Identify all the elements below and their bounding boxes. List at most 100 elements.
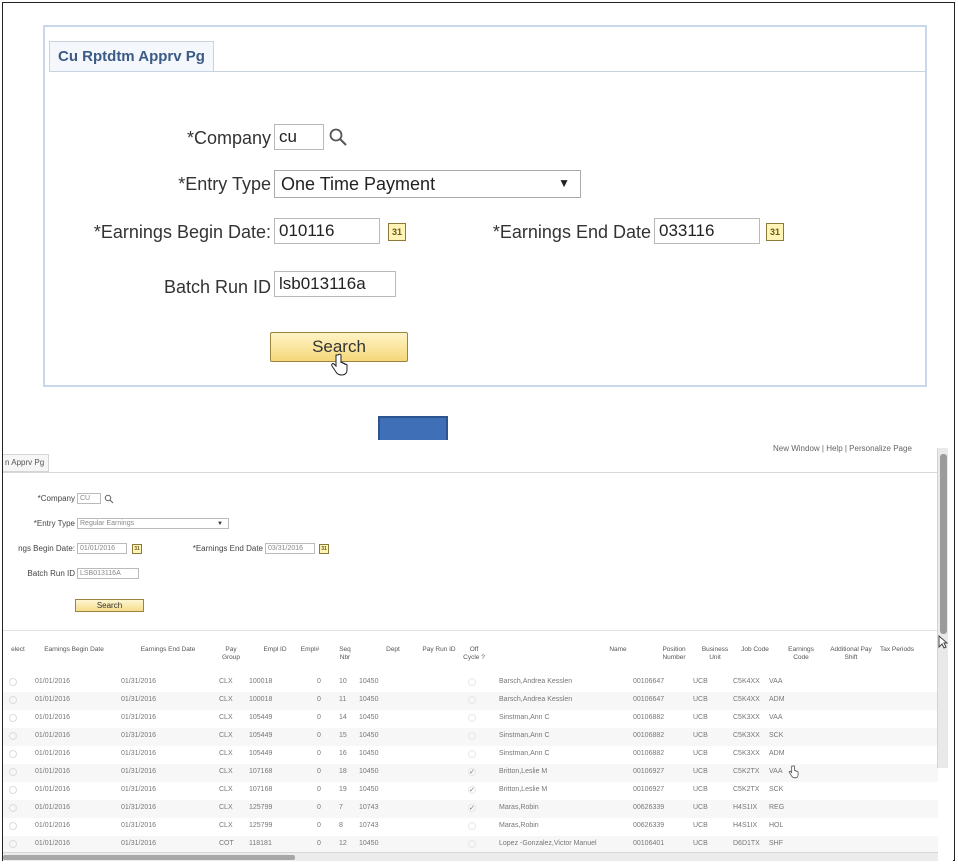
off-cycle-checkbox[interactable] [468,750,476,758]
table-row[interactable]: 01/01/2016 01/31/2016 CLX 105449 0 14 10450 Sin… [3,710,938,728]
select-checkbox[interactable] [9,768,17,776]
select-checkbox[interactable] [9,714,17,722]
col-header[interactable]: Additional Pay Shift [827,646,875,670]
off-cycle-checkbox[interactable] [468,840,476,848]
begin-date-input[interactable]: 010116 [274,218,380,244]
calendar-icon[interactable]: 31 [132,544,142,554]
cell-dept: 10743 [359,804,379,811]
cell-begin: 01/01/2016 [35,732,71,739]
cell-job: C5K3XX [733,732,760,739]
col-header[interactable]: Tax Periods [875,646,919,670]
col-header[interactable]: Empl ID [255,646,295,670]
vertical-scrollbar[interactable] [937,448,948,768]
cell-rcd: 0 [317,786,321,793]
col-header[interactable]: Earnings Begin Date [33,646,115,670]
cell-pos: 00106647 [633,678,665,685]
search-icon[interactable] [328,127,348,147]
cell-rcd: 0 [317,678,321,685]
cell-off: ✓ [469,769,475,776]
col-header[interactable]: Seq Nbr [335,646,355,670]
search-button[interactable]: Search [75,599,144,612]
tab-underline [3,472,937,473]
batch-run-label: Batch Run ID [163,277,271,297]
select-checkbox[interactable] [9,696,17,704]
page-tab[interactable]: Cu Rptdtm Apprv Pg [49,41,214,71]
off-cycle-checkbox[interactable] [468,822,476,830]
col-header[interactable]: Dept [381,646,405,670]
batch-run-input[interactable]: LSB013116A [77,568,139,579]
cell-end: 01/31/2016 [121,750,157,757]
off-cycle-checkbox[interactable] [468,714,476,722]
cell-name: Maras,Robin [499,804,539,811]
begin-date-input[interactable]: 01/01/2016 [77,543,127,554]
col-header[interactable]: Name [603,646,633,670]
select-checkbox[interactable] [9,786,17,794]
cell-emplid: 105449 [249,714,273,721]
horizontal-scrollbar[interactable] [3,852,938,861]
scroll-thumb[interactable] [3,855,295,860]
table-row[interactable]: 01/01/2016 01/31/2016 CLX 125799 0 8 10743 Mara… [3,818,938,836]
cell-earn: ADM [769,750,785,757]
col-header[interactable]: Empl# [295,646,325,670]
table-row[interactable]: 01/01/2016 01/31/2016 CLX 100018 0 10 10450 Bar… [3,674,938,692]
cell-end: 01/31/2016 [121,822,157,829]
select-checkbox[interactable] [9,840,17,848]
off-cycle-checkbox[interactable] [468,732,476,740]
col-header[interactable]: Pay Group [217,646,245,670]
off-cycle-checkbox[interactable] [468,678,476,686]
dropdown-arrow-icon: ▼ [217,521,223,527]
entry-type-select[interactable]: Regular Earnings ▼ [77,518,229,529]
cell-end: 01/31/2016 [121,768,157,775]
calendar-icon[interactable]: 31 [319,544,329,554]
cell-end: 01/31/2016 [121,786,157,793]
table-row[interactable]: 01/01/2016 01/31/2016 CLX 125799 0 7 10743 ✓ Mar… [3,800,938,818]
cell-begin: 01/01/2016 [35,786,71,793]
cell-group: CLX [219,714,233,721]
col-header[interactable]: Position Number [653,646,695,670]
cell-dept: 10450 [359,696,379,703]
entry-type-select[interactable]: One Time Payment ▼ [274,170,581,198]
results-page-tab[interactable]: n Apprv Pg [3,454,50,472]
table-row[interactable]: 01/01/2016 01/31/2016 CLX 100018 0 11 10450 Bar… [3,692,938,710]
company-input[interactable]: cu [274,124,324,150]
cell-rcd: 0 [317,732,321,739]
select-checkbox[interactable] [9,822,17,830]
end-date-input[interactable]: 033116 [654,218,760,244]
entry-type-label: *Entry Type [33,519,75,528]
table-row[interactable]: 01/01/2016 01/31/2016 CLX 105449 0 15 10450 Sin… [3,728,938,746]
col-header[interactable]: Earnings Code [781,646,821,670]
table-row[interactable]: 01/01/2016 01/31/2016 CLX 105449 0 16 10450 Sin… [3,746,938,764]
select-checkbox[interactable] [9,732,17,740]
cell-seq: 19 [339,786,347,793]
hand-cursor-icon [788,765,799,779]
batch-run-input[interactable]: lsb013116a [274,271,396,297]
col-header[interactable]: Off Cycle ? [463,646,485,670]
scroll-thumb[interactable] [940,454,947,634]
col-header[interactable]: Earnings End Date [127,646,209,670]
select-checkbox[interactable] [9,678,17,686]
cell-bu: UCB [693,822,708,829]
calendar-icon[interactable]: 31 [388,223,406,241]
cell-seq: 16 [339,750,347,757]
col-header[interactable]: elect [7,646,29,670]
company-input[interactable]: CU [77,493,101,504]
header-links[interactable]: New Window | Help | Personalize Page [773,444,912,453]
cell-off: ✓ [469,787,475,794]
dropdown-arrow-icon: ▼ [558,176,570,190]
begin-date-label: *Earnings Begin Date: [93,222,271,242]
select-checkbox[interactable] [9,804,17,812]
col-header[interactable]: Job Code [733,646,777,670]
cell-pos: 00106927 [633,768,665,775]
col-header[interactable]: Pay Run ID [415,646,463,670]
cell-bu: UCB [693,678,708,685]
cell-end: 01/31/2016 [121,696,157,703]
col-header[interactable]: Business Unit [697,646,733,670]
end-date-input[interactable]: 03/31/2016 [265,543,315,554]
table-row[interactable]: 01/01/2016 01/31/2016 CLX 107168 0 19 10450 ✓ Br… [3,782,938,800]
calendar-icon[interactable]: 31 [766,223,784,241]
cell-group: CLX [219,822,233,829]
select-checkbox[interactable] [9,750,17,758]
search-icon[interactable] [104,494,114,504]
off-cycle-checkbox[interactable] [468,696,476,704]
cell-job: C5K2TX [733,768,760,775]
